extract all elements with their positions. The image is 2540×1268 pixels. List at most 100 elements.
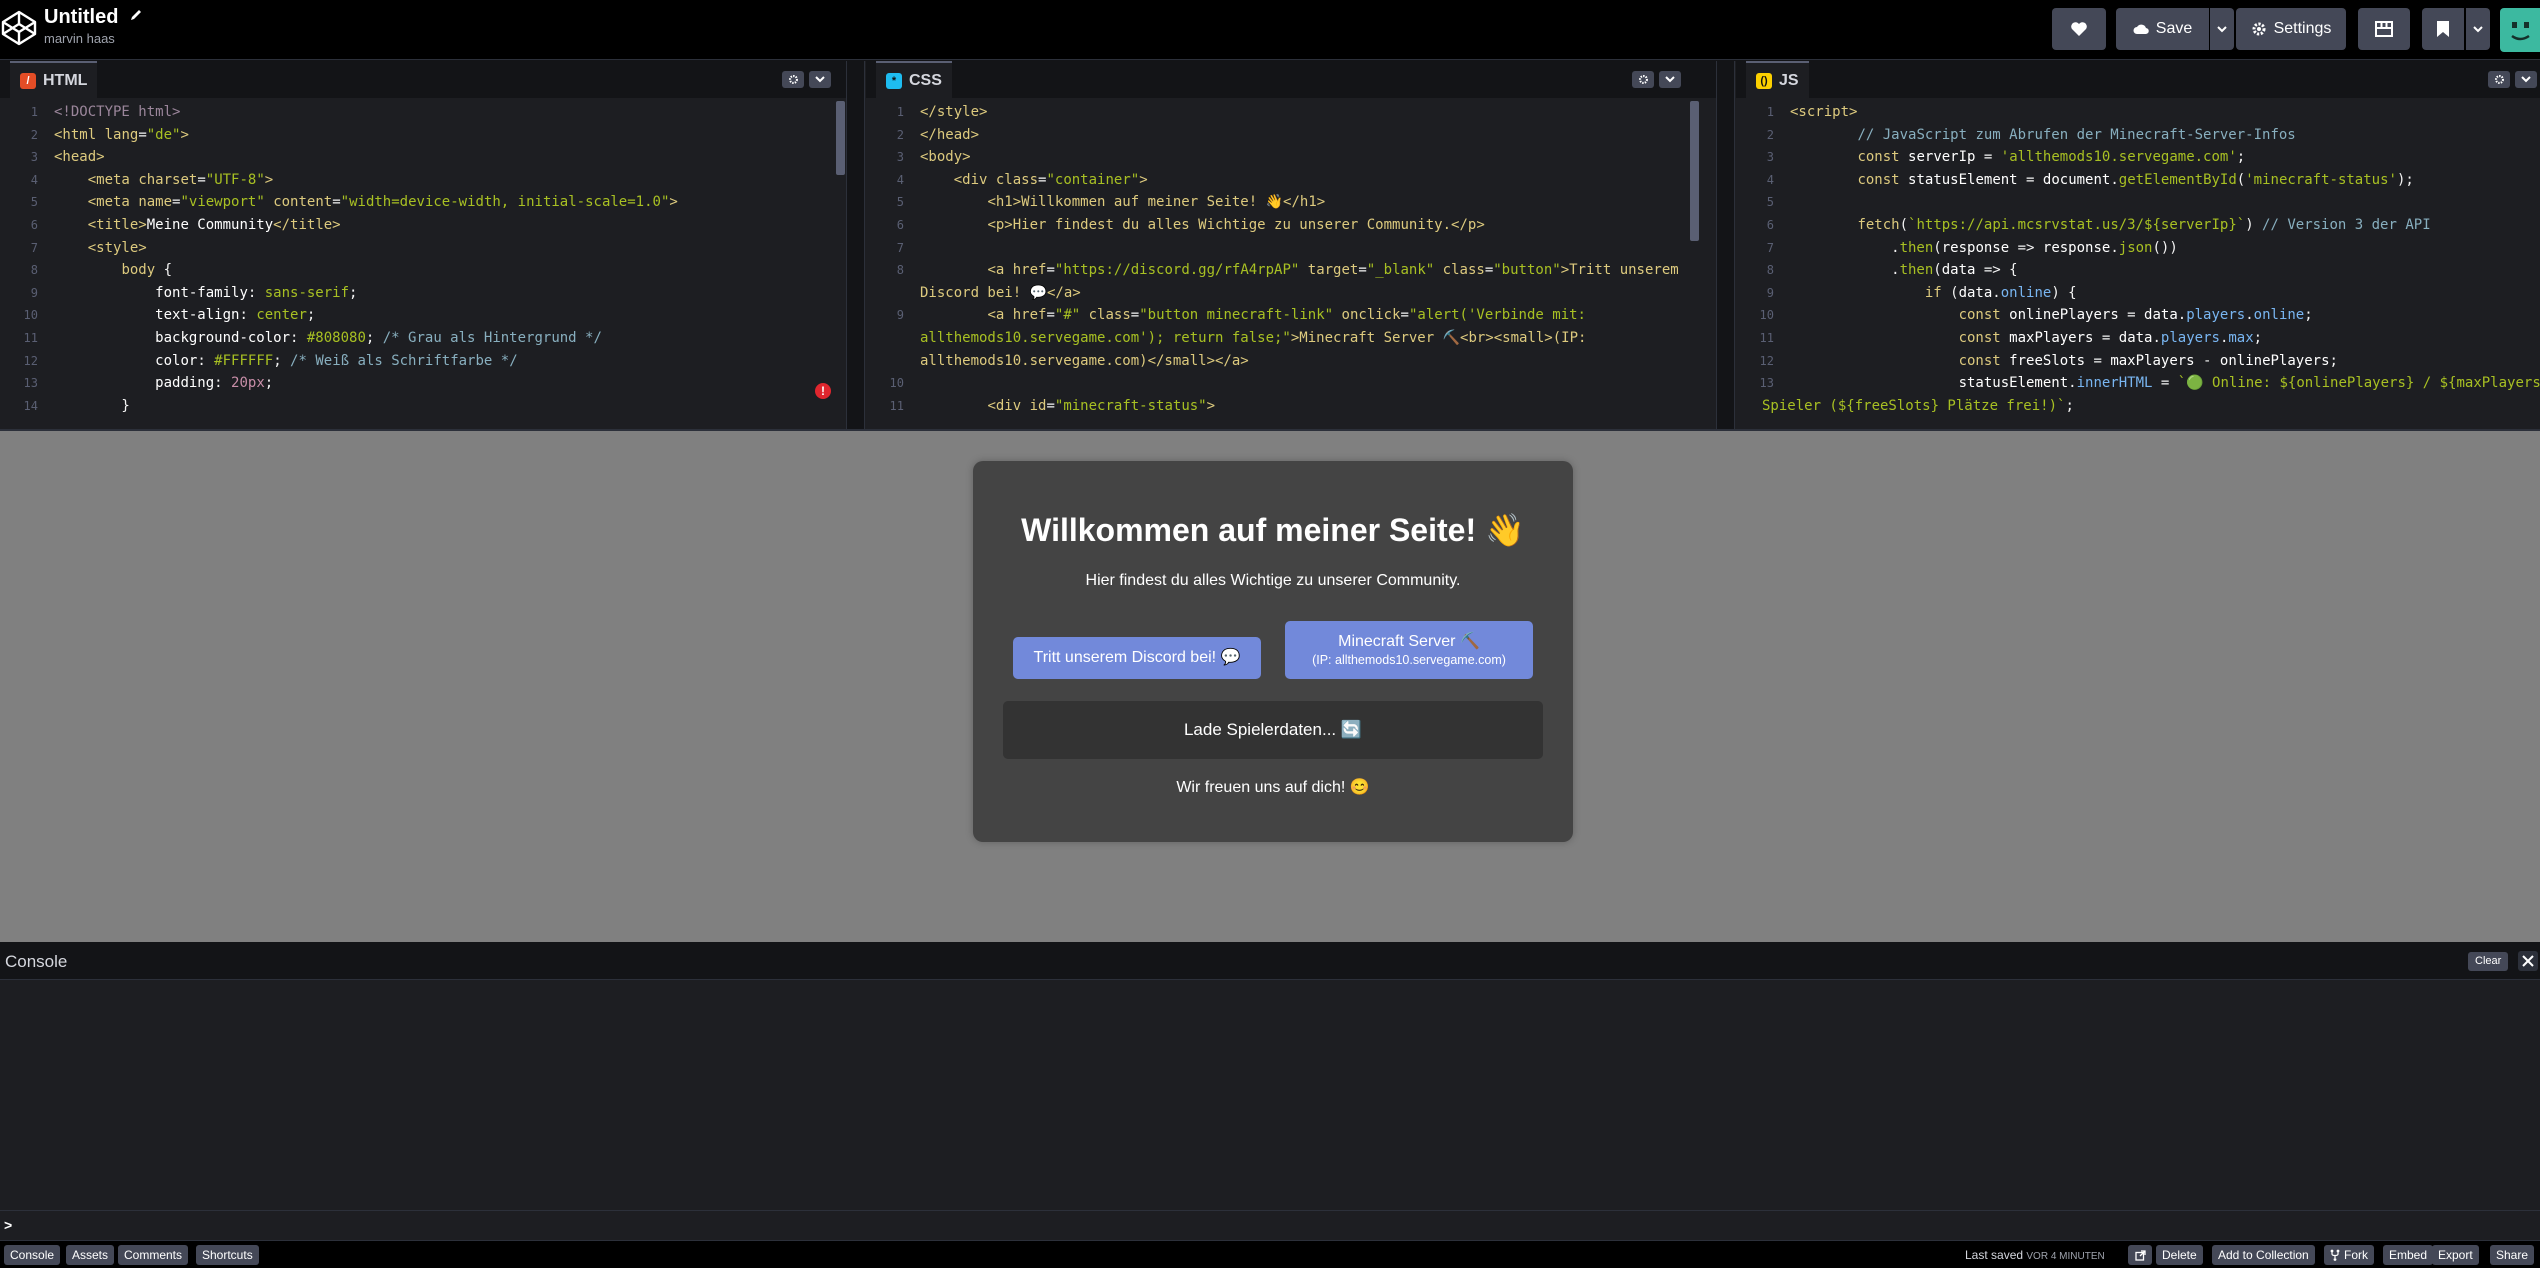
editor-resize-handle[interactable]: [1716, 61, 1735, 429]
delete-button[interactable]: Delete: [2156, 1245, 2203, 1265]
html-settings-button[interactable]: [782, 71, 804, 88]
html-collapse-button[interactable]: [809, 71, 831, 88]
chevron-down-icon: [2473, 25, 2483, 32]
footer-tab-console[interactable]: Console: [4, 1245, 61, 1265]
code-line: 9 <a href="#" class="button minecraft-li…: [896, 307, 1586, 324]
js-editor[interactable]: () JS 1 <script> 2 // JavaScript zum Abru…: [1736, 61, 2540, 429]
pencil-icon[interactable]: [129, 8, 143, 22]
close-icon: [2522, 955, 2534, 967]
code-line: 4 <div class="container">: [896, 171, 1148, 188]
gear-icon: [1638, 75, 1648, 84]
editors-area: / HTML 1 <!DOCTYPE html> 2 <html lang="de"…: [0, 61, 2540, 429]
bookmark-button[interactable]: [2422, 8, 2464, 50]
console-clear-button[interactable]: Clear: [2468, 952, 2509, 971]
preview-footer-text: Wir freuen uns auf dich! 😊: [1176, 779, 1370, 796]
embed-button[interactable]: Embed: [2383, 1245, 2434, 1265]
codepen-logo-icon[interactable]: [0, 6, 38, 50]
code-line: 2 // JavaScript zum Abrufen der Minecraf…: [1766, 126, 2296, 143]
js-collapse-button[interactable]: [2515, 71, 2537, 88]
css-code[interactable]: 1 </style> 2 </head> 3 <body> 4 <div class=…: [866, 101, 1716, 429]
js-tab-label: JS: [1779, 71, 1799, 89]
css-settings-button[interactable]: [1632, 71, 1654, 88]
bookmark-dropdown-button[interactable]: [2466, 8, 2490, 50]
code-line: 10 text-align: center;: [23, 307, 316, 324]
console-panel: Console Clear >: [0, 942, 2540, 1240]
console-title: Console: [5, 952, 68, 971]
code-line: Spieler (${freeSlots} Plätze frei!)`;: [1762, 397, 2074, 414]
code-line: 2 <html lang="de">: [30, 126, 189, 143]
css-editor-tab[interactable]: * CSS: [876, 61, 952, 98]
code-line: allthemods10.servegame.com'); return fal…: [920, 329, 1587, 346]
love-button[interactable]: [2052, 8, 2106, 50]
code-line: 3 const serverIp = 'allthemods10.servega…: [1766, 149, 2246, 166]
code-line: 1 </style>: [896, 104, 988, 120]
code-line: 4 <meta charset="UTF-8">: [30, 171, 274, 188]
code-line: 13 padding: 20px;: [23, 375, 274, 392]
html-editor-tab[interactable]: / HTML: [10, 61, 98, 98]
code-line: 12 color: #FFFFFF; /* Weiß als Schriftfa…: [23, 352, 518, 369]
code-line: 3 <head>: [30, 149, 105, 166]
preview-subtitle: Hier findest du alles Wichtige zu unsere…: [1085, 572, 1461, 589]
html-tab-label: HTML: [43, 71, 88, 89]
export-button[interactable]: Export: [2432, 1245, 2479, 1265]
console-prompt: >: [4, 1217, 13, 1233]
gear-icon: [2494, 75, 2504, 84]
console-close-button[interactable]: [2518, 951, 2538, 971]
code-line: 10: [889, 376, 904, 391]
bookmark-icon: [2437, 21, 2449, 37]
css-icon: *: [886, 72, 902, 89]
console-header: Console Clear: [0, 942, 2540, 980]
pen-author[interactable]: marvin haas: [44, 31, 143, 46]
last-saved-time: VOR 4 MINUTEN: [2026, 1251, 2105, 1262]
js-code[interactable]: 1 <script> 2 // JavaScript zum Abrufen de…: [1736, 101, 2540, 429]
footer-tab-shortcuts[interactable]: Shortcuts: [196, 1245, 259, 1265]
editor-resize-handle[interactable]: [846, 61, 865, 429]
result-preview[interactable]: Willkommen auf meiner Seite! 👋 Hier find…: [0, 429, 2540, 942]
settings-button[interactable]: Settings: [2236, 8, 2346, 50]
css-editor-header: * CSS: [866, 61, 1716, 98]
share-button[interactable]: Share: [2490, 1245, 2535, 1265]
console-input[interactable]: >: [0, 1210, 2540, 1238]
code-line: 5: [1766, 195, 1774, 210]
error-icon[interactable]: !: [815, 383, 831, 399]
change-view-button[interactable]: [2358, 8, 2410, 50]
pen-title[interactable]: Untitled: [44, 6, 118, 29]
layout-icon: [2375, 21, 2393, 37]
save-button[interactable]: Save: [2116, 8, 2209, 50]
code-line: 7: [896, 240, 904, 255]
code-line: 5 <h1>Willkommen auf meiner Seite! 👋</h1…: [896, 194, 1326, 211]
html-editor[interactable]: / HTML 1 <!DOCTYPE html> 2 <html lang="de"…: [0, 61, 846, 429]
html-scrollbar[interactable]: [836, 101, 845, 175]
save-dropdown-button[interactable]: [2210, 8, 2234, 50]
css-editor[interactable]: * CSS 1 </style> 2 </head> 3 <body> 4 <div …: [866, 61, 1716, 429]
minecraft-server-button[interactable]: Minecraft Server ⛏️ (IP: allthemods10.se…: [1285, 621, 1533, 679]
css-collapse-button[interactable]: [1659, 71, 1681, 88]
add-to-collection-button[interactable]: Add to Collection: [2212, 1245, 2315, 1265]
bottom-bar: Console Assets Comments Shortcuts Last s…: [0, 1240, 2540, 1268]
user-avatar[interactable]: [2500, 8, 2540, 52]
footer-tab-assets[interactable]: Assets: [66, 1245, 115, 1265]
js-settings-button[interactable]: [2488, 71, 2510, 88]
fork-button[interactable]: Fork: [2324, 1245, 2374, 1265]
html-icon: /: [20, 72, 36, 89]
code-line: 2 </head>: [896, 126, 980, 143]
preview-heading: Willkommen auf meiner Seite! 👋: [1021, 512, 1525, 548]
footer-tab-comments[interactable]: Comments: [118, 1245, 189, 1265]
chevron-down-icon: [1665, 76, 1675, 83]
avatar-face-icon: [2511, 22, 2530, 41]
save-label: Save: [2155, 20, 2193, 37]
discord-button[interactable]: Tritt unserem Discord bei! 💬: [1013, 637, 1261, 679]
codepen-app: Untitled marvin haas Save Settings / HTM…: [0, 0, 2540, 1268]
js-editor-tab[interactable]: () JS: [1746, 61, 1809, 98]
minecraft-ip-label: (IP: allthemods10.servegame.com): [1312, 653, 1506, 667]
open-new-window-button[interactable]: [2128, 1245, 2152, 1265]
code-line: 8 <a href="https://discord.gg/rfA4rpAP" …: [896, 262, 1679, 279]
code-line: 11 const maxPlayers = data.players.max;: [1759, 329, 2263, 346]
code-line: 13 statusElement.innerHTML = `🟢 Online: …: [1759, 375, 2540, 392]
cloud-icon: [2133, 24, 2149, 35]
code-line: 12 const freeSlots = maxPlayers - online…: [1759, 352, 2338, 369]
external-link-icon: [2134, 1249, 2146, 1261]
gear-icon: [2252, 22, 2266, 36]
html-code[interactable]: 1 <!DOCTYPE html> 2 <html lang="de"> 3 <hea…: [0, 101, 846, 429]
css-scrollbar[interactable]: [1690, 101, 1699, 241]
